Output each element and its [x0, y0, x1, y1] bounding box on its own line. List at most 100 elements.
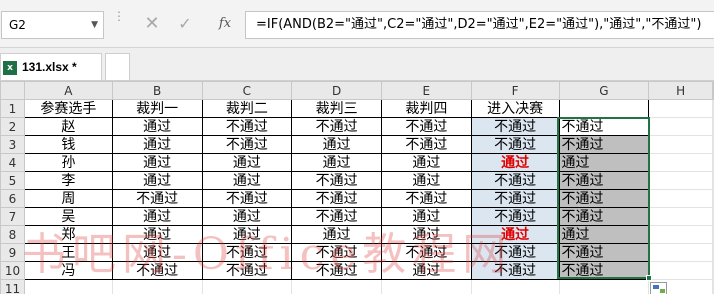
final-result-cell[interactable]: 不通过: [470, 243, 560, 262]
cell[interactable]: 通过: [111, 243, 203, 262]
cell[interactable]: [648, 243, 713, 262]
row-header[interactable]: 6: [0, 189, 25, 208]
fill-handle[interactable]: [646, 275, 652, 281]
cell[interactable]: 不通过: [111, 189, 203, 208]
column-header-c[interactable]: C: [201, 81, 293, 100]
column-header-f[interactable]: F: [470, 81, 560, 100]
cell[interactable]: 通过: [111, 117, 203, 136]
chevron-down-icon[interactable]: ▼: [91, 12, 98, 38]
cell[interactable]: [648, 135, 713, 154]
cell[interactable]: [648, 225, 713, 244]
cell[interactable]: [23, 279, 113, 294]
drag-handle-icon[interactable]: ⋮: [113, 10, 125, 22]
cell[interactable]: [648, 261, 713, 280]
cell[interactable]: [712, 243, 714, 262]
cell[interactable]: [712, 135, 714, 154]
cell[interactable]: 通过: [380, 225, 472, 244]
cell[interactable]: 不通过: [380, 243, 472, 262]
cell[interactable]: 通过: [201, 225, 293, 244]
final-result-cell[interactable]: 通过: [470, 225, 560, 244]
cell[interactable]: [712, 171, 714, 190]
cell[interactable]: 通过: [380, 171, 472, 190]
cell[interactable]: 不通过: [380, 117, 472, 136]
cell[interactable]: 通过: [111, 207, 203, 226]
formula-result-cell[interactable]: 不通过: [558, 135, 650, 154]
cell[interactable]: 不通过: [291, 171, 382, 190]
tab-file[interactable]: x 131.xlsx *: [0, 53, 102, 81]
formula-input[interactable]: =IF(AND(B2="通过",C2="通过",D2="通过",E2="通过")…: [245, 11, 714, 39]
header-cell[interactable]: 裁判一: [111, 99, 203, 118]
cell[interactable]: 不通过: [291, 261, 382, 280]
cell[interactable]: [201, 279, 293, 294]
row-header[interactable]: 10: [0, 261, 25, 280]
final-result-cell[interactable]: 通过: [470, 153, 560, 172]
cell[interactable]: 郑: [23, 225, 113, 244]
cell[interactable]: 不通过: [201, 243, 293, 262]
select-all-corner[interactable]: [0, 81, 25, 100]
column-header-e[interactable]: E: [380, 81, 472, 100]
cell[interactable]: 通过: [291, 225, 382, 244]
column-header-a[interactable]: A: [23, 81, 113, 100]
cell[interactable]: 不通过: [201, 135, 293, 154]
cell[interactable]: 通过: [201, 153, 293, 172]
header-cell[interactable]: 裁判二: [201, 99, 293, 118]
cell[interactable]: [712, 261, 714, 280]
cell[interactable]: 通过: [380, 261, 472, 280]
cell[interactable]: 不通过: [380, 189, 472, 208]
quick-analysis-icon[interactable]: [650, 282, 667, 294]
cancel-formula-button[interactable]: ✕: [141, 13, 163, 35]
row-header[interactable]: 2: [0, 117, 25, 136]
header-cell[interactable]: 裁判三: [291, 99, 382, 118]
cell[interactable]: [470, 279, 560, 294]
cell[interactable]: [712, 117, 714, 136]
formula-result-cell[interactable]: 不通过: [558, 243, 650, 262]
cell[interactable]: 通过: [380, 207, 472, 226]
cell[interactable]: 不通过: [201, 261, 293, 280]
insert-function-button[interactable]: fx: [214, 13, 236, 35]
cell[interactable]: [648, 117, 713, 136]
cell[interactable]: 不通过: [201, 189, 293, 208]
cell[interactable]: [712, 189, 714, 208]
formula-result-cell[interactable]: 不通过: [558, 171, 650, 190]
final-result-cell[interactable]: 不通过: [470, 189, 560, 208]
formula-result-cell[interactable]: 不通过: [558, 261, 650, 280]
cell[interactable]: [648, 153, 713, 172]
cell[interactable]: 通过: [111, 225, 203, 244]
row-header[interactable]: 1: [0, 99, 25, 118]
cell[interactable]: 不通过: [291, 207, 382, 226]
row-header[interactable]: 5: [0, 171, 25, 190]
final-result-cell[interactable]: 不通过: [470, 135, 560, 154]
cell[interactable]: [648, 171, 713, 190]
header-cell[interactable]: 进入决赛: [470, 99, 560, 118]
new-tab-button[interactable]: [105, 53, 130, 81]
cell[interactable]: 吴: [23, 207, 113, 226]
cell[interactable]: 李: [23, 171, 113, 190]
header-cell[interactable]: [558, 99, 650, 118]
row-header[interactable]: 7: [0, 207, 25, 226]
cell[interactable]: 不通过: [291, 117, 382, 136]
cell[interactable]: 孙: [23, 153, 113, 172]
cell[interactable]: [712, 225, 714, 244]
column-header-b[interactable]: B: [111, 81, 203, 100]
row-header[interactable]: 11: [0, 279, 25, 294]
row-header[interactable]: 4: [0, 153, 25, 172]
cell[interactable]: 通过: [111, 135, 203, 154]
cell[interactable]: 通过: [380, 153, 472, 172]
cell[interactable]: 赵: [23, 117, 113, 136]
cell[interactable]: [712, 279, 714, 294]
spreadsheet-grid[interactable]: A B C D E F G H 1 参赛选手 裁判一 裁判二 裁判三 裁判四 进入决赛 2 赵通过 不通过 不通过不…: [0, 81, 714, 294]
cell[interactable]: [111, 279, 203, 294]
cell[interactable]: 通过: [201, 207, 293, 226]
enter-formula-button[interactable]: ✓: [174, 13, 196, 35]
cell[interactable]: 通过: [201, 171, 293, 190]
final-result-cell[interactable]: 不通过: [470, 207, 560, 226]
cell[interactable]: 不通过: [380, 135, 472, 154]
row-header[interactable]: 3: [0, 135, 25, 154]
formula-result-cell[interactable]: 通过: [558, 225, 650, 244]
final-result-cell[interactable]: 不通过: [470, 171, 560, 190]
row-header[interactable]: 9: [0, 243, 25, 262]
cell[interactable]: [648, 207, 713, 226]
column-header-g[interactable]: G: [558, 81, 650, 100]
name-box[interactable]: G2 ▼: [1, 11, 104, 39]
cell[interactable]: 不通过: [291, 243, 382, 262]
